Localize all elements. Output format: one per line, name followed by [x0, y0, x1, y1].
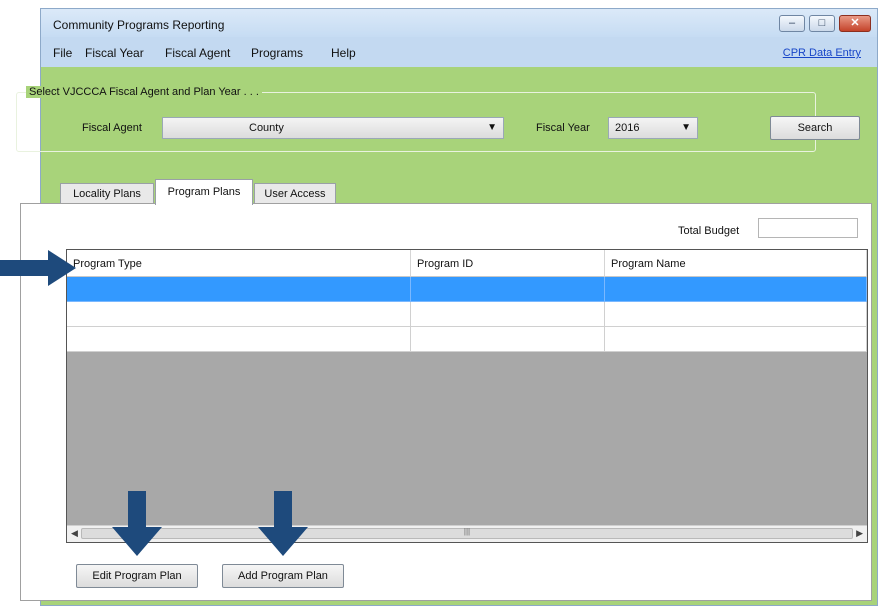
table-row-cell[interactable]	[411, 277, 605, 302]
menu-bar: File Fiscal Year Fiscal Agent Programs H…	[41, 37, 877, 67]
grip-icon: |||	[463, 527, 471, 536]
table-row-cell[interactable]	[411, 327, 605, 352]
down-arrow-icon	[258, 491, 308, 556]
title-bar: Community Programs Reporting – □ ✕	[41, 9, 877, 37]
table-row-cell[interactable]	[67, 327, 411, 352]
right-arrow-icon	[0, 250, 76, 286]
edit-program-plan-button[interactable]: Edit Program Plan	[76, 564, 198, 588]
fiscal-agent-label: Fiscal Agent	[82, 122, 142, 134]
total-budget-field[interactable]	[758, 218, 858, 238]
dropdown-arrow-icon: ▼	[487, 122, 497, 133]
menu-fiscal-agent[interactable]: Fiscal Agent	[165, 46, 230, 60]
minimize-icon: –	[788, 17, 796, 29]
fiscal-year-label: Fiscal Year	[536, 122, 590, 134]
table-row-cell[interactable]	[67, 302, 411, 327]
down-arrow-icon	[112, 491, 162, 556]
menu-file[interactable]: File	[53, 46, 72, 60]
close-icon: ✕	[850, 17, 860, 29]
minimize-button[interactable]: –	[779, 15, 805, 32]
column-header-program-type[interactable]: Program Type	[67, 250, 411, 277]
window-title: Community Programs Reporting	[53, 18, 225, 32]
table-row-cell[interactable]	[605, 302, 867, 327]
table-row-cell[interactable]	[605, 277, 867, 302]
scroll-thumb[interactable]: |||	[81, 527, 853, 539]
fiscal-agent-value: County	[249, 122, 284, 134]
cpr-data-entry-link[interactable]: CPR Data Entry	[783, 47, 861, 59]
column-header-program-name[interactable]: Program Name	[605, 250, 867, 277]
fiscal-year-dropdown[interactable]: 2016 ▼	[608, 117, 698, 139]
tab-locality-plans[interactable]: Locality Plans	[60, 183, 154, 205]
close-button[interactable]: ✕	[839, 15, 871, 32]
scroll-right-icon[interactable]: ▶	[856, 528, 863, 539]
maximize-button[interactable]: □	[809, 15, 835, 32]
tab-user-access[interactable]: User Access	[254, 183, 336, 205]
fiscal-year-value: 2016	[615, 122, 640, 134]
maximize-icon: □	[818, 17, 826, 29]
search-button[interactable]: Search	[770, 116, 860, 140]
menu-help[interactable]: Help	[331, 46, 356, 60]
table-row-cell[interactable]	[411, 302, 605, 327]
menu-fiscal-year[interactable]: Fiscal Year	[85, 46, 144, 60]
table-row-cell[interactable]	[605, 327, 867, 352]
tab-program-plans[interactable]: Program Plans	[155, 179, 253, 205]
horizontal-scrollbar[interactable]: ◀ ||| ▶	[67, 525, 867, 542]
program-plans-grid: Program Type Program ID Program Name ◀ |…	[66, 249, 868, 543]
total-budget-label: Total Budget	[678, 225, 740, 237]
dropdown-arrow-icon: ▼	[681, 122, 691, 133]
column-header-program-id[interactable]: Program ID	[411, 250, 605, 277]
selection-legend: Select VJCCCA Fiscal Agent and Plan Year…	[26, 86, 262, 98]
table-row-cell[interactable]	[67, 277, 411, 302]
scroll-left-icon[interactable]: ◀	[71, 528, 78, 539]
fiscal-agent-dropdown[interactable]: County ▼	[162, 117, 504, 139]
add-program-plan-button[interactable]: Add Program Plan	[222, 564, 344, 588]
menu-programs[interactable]: Programs	[251, 46, 303, 60]
